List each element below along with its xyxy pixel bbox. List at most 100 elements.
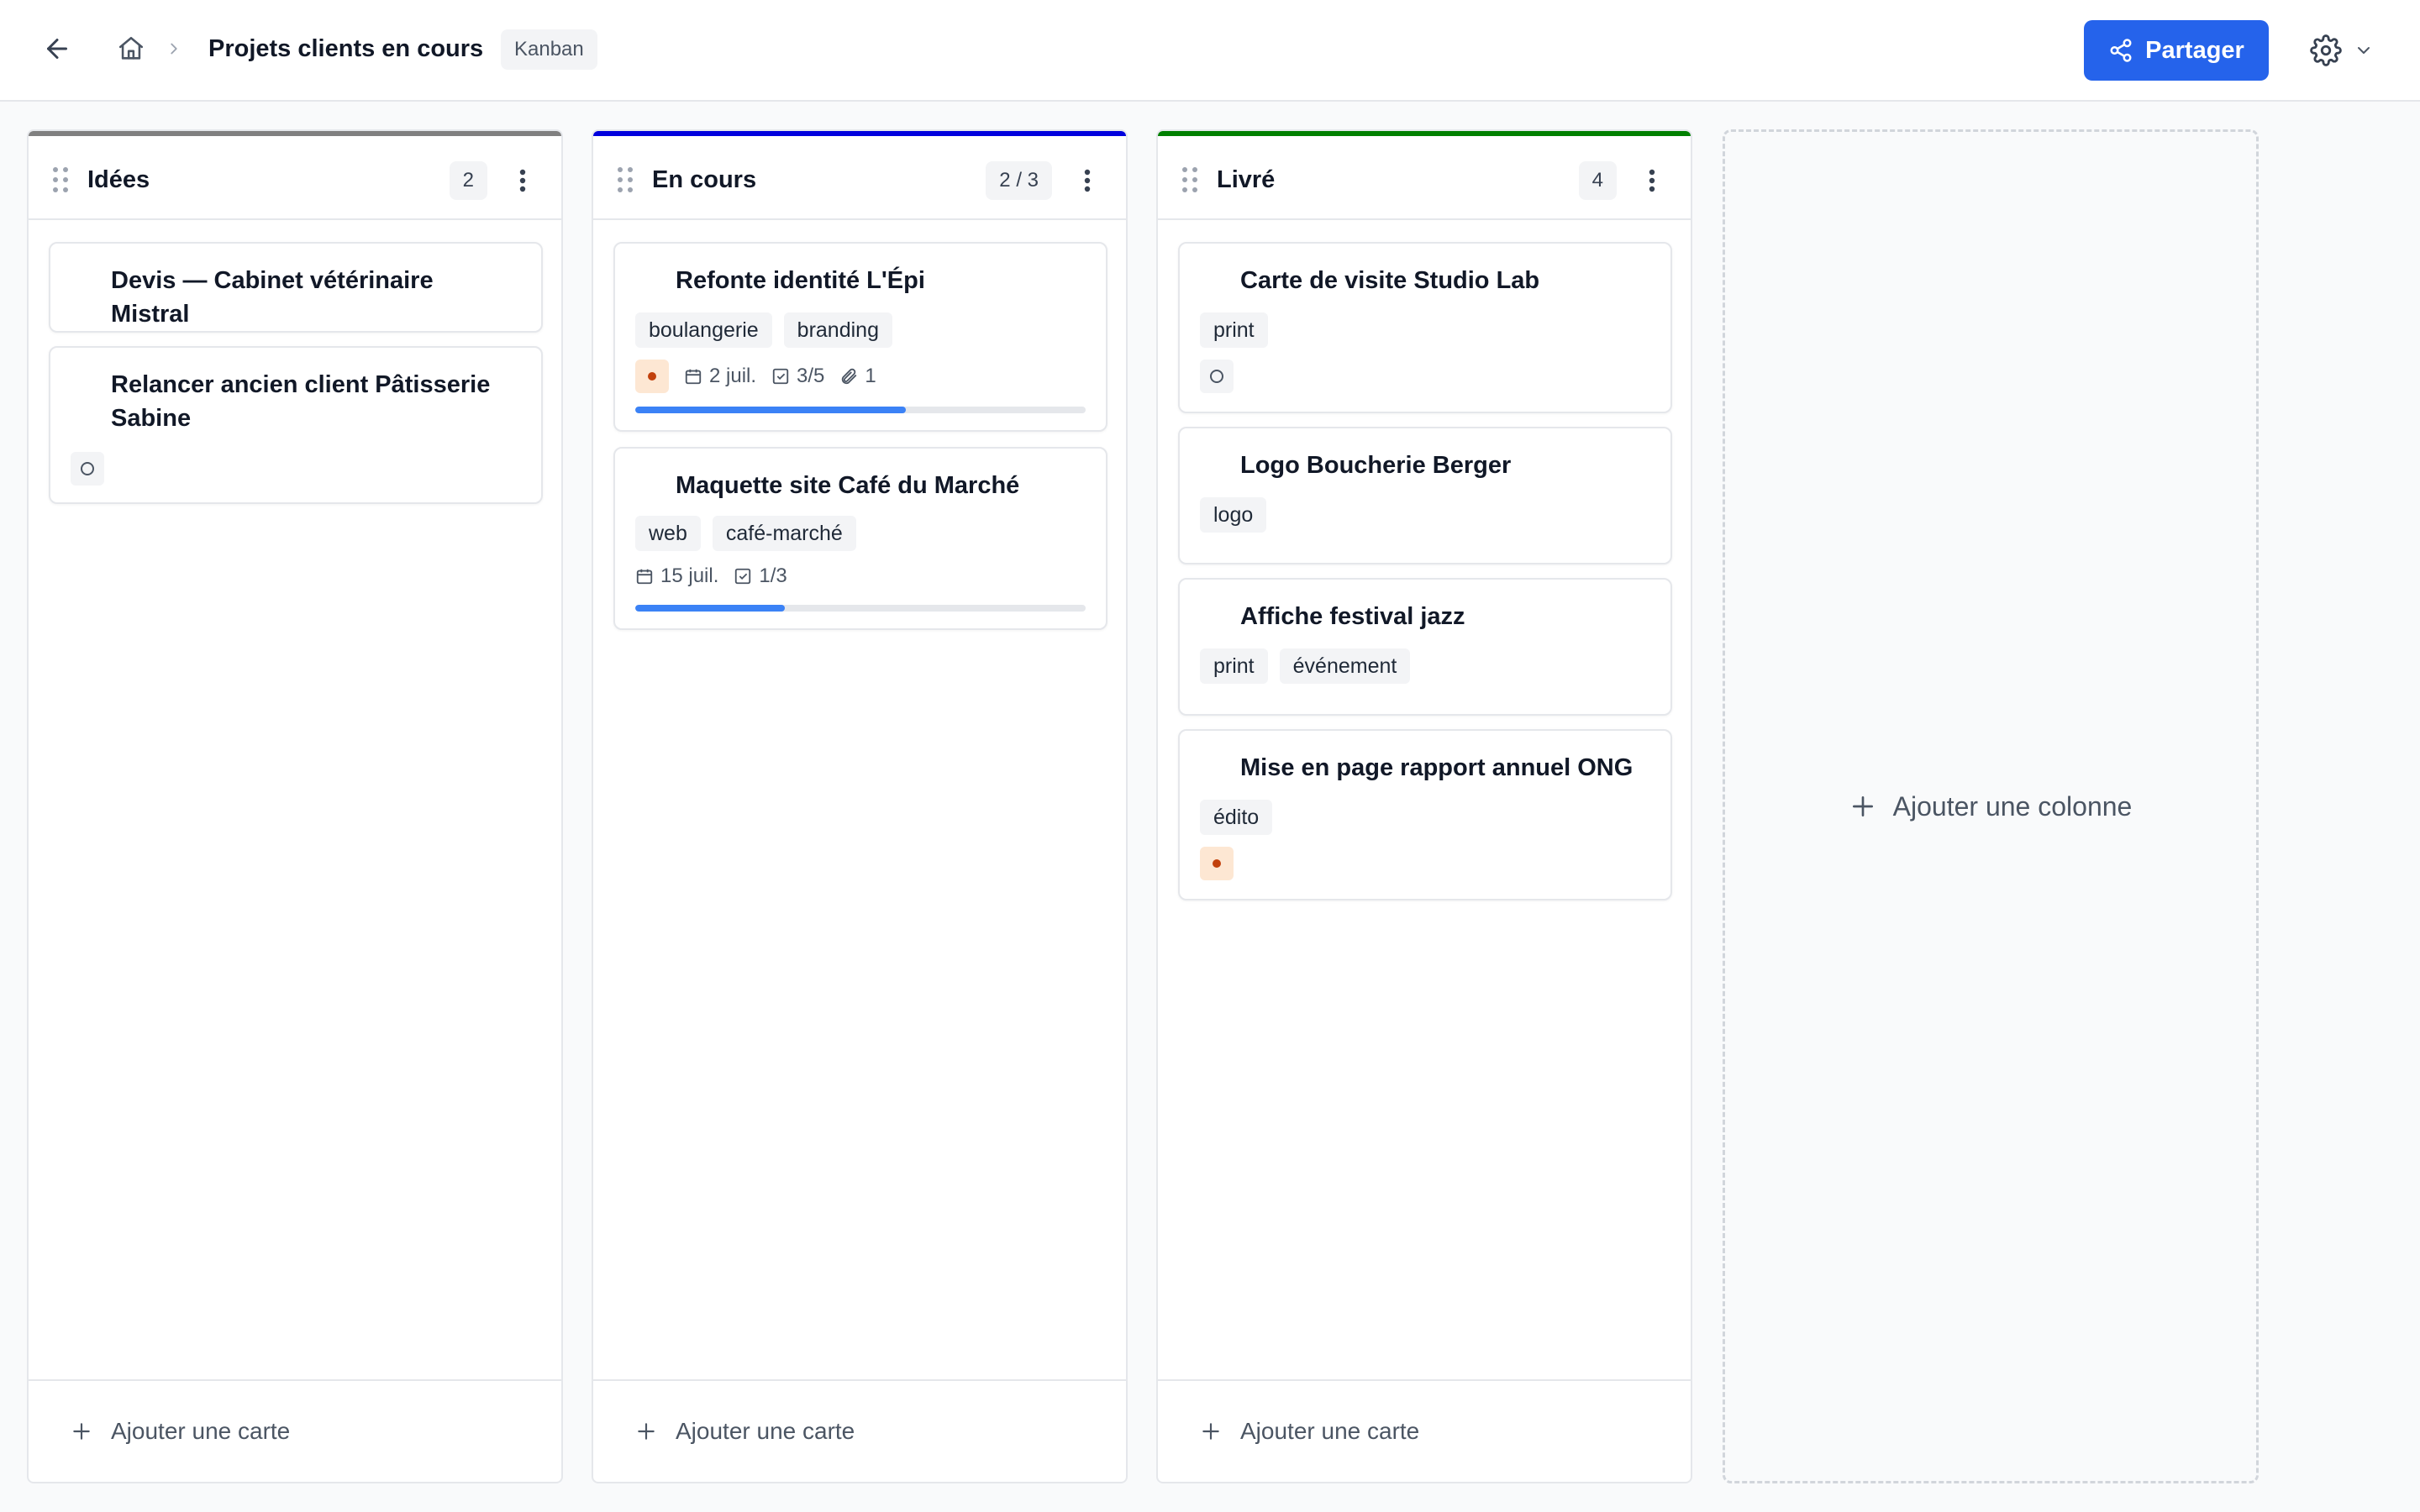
card-title: Mise en page rapport annuel ONG xyxy=(1240,754,1634,781)
add-card-label: Ajouter une carte xyxy=(676,1418,855,1444)
paperclip-icon xyxy=(842,368,857,385)
column-header: En cours 2 / 3 xyxy=(593,136,1126,220)
tag: print xyxy=(1200,648,1268,684)
priority-high-icon xyxy=(1200,847,1234,880)
card-title: Logo Boucherie Berger xyxy=(1240,452,1512,479)
column-card-count: 4 xyxy=(1578,161,1617,200)
card-title: Affiche festival jazz xyxy=(1240,603,1465,630)
card-carte-visite[interactable]: Carte de visite Studio Lab print xyxy=(1178,242,1672,413)
card-tags: print xyxy=(1200,312,1268,348)
view-badge: Kanban xyxy=(501,29,597,70)
card-meta xyxy=(1200,360,1234,393)
priority-none-icon xyxy=(71,452,104,486)
progress-fill xyxy=(635,407,906,413)
calendar-icon xyxy=(685,369,702,385)
add-card-button[interactable]: Ajouter une carte xyxy=(29,1379,561,1482)
column-menu-button[interactable] xyxy=(1635,161,1669,200)
add-column-button[interactable]: Ajouter une colonne xyxy=(1723,129,2259,1483)
checklist-text: 1/3 xyxy=(759,564,787,587)
progress-fill xyxy=(635,605,786,612)
card-meta xyxy=(1200,847,1234,880)
checklist-progress: 1/3 xyxy=(734,564,787,588)
column-title: En cours xyxy=(652,166,757,193)
checklist-progress: 3/5 xyxy=(771,365,824,388)
card-progress-bar xyxy=(635,605,1086,612)
home-icon xyxy=(118,36,144,60)
drag-handle-icon[interactable] xyxy=(50,165,71,195)
column-title: Idées xyxy=(87,166,150,193)
column-menu-button[interactable] xyxy=(1071,161,1104,200)
card-meta xyxy=(71,452,104,486)
drag-handle-icon[interactable] xyxy=(1180,165,1200,195)
column-header: Idées 2 xyxy=(29,136,561,220)
column-ideas: Idées 2 Devis — Cabinet vétérinaire Mist… xyxy=(27,129,563,1483)
tag: logo xyxy=(1200,497,1267,533)
card-title: Maquette site Café du Marché xyxy=(676,472,1020,499)
card-tags: édito xyxy=(1200,800,1273,835)
attachments-count: 1 xyxy=(839,365,876,388)
card-maquette-cafe[interactable]: Maquette site Café du Marché web café-ma… xyxy=(613,447,1107,630)
plus-icon xyxy=(638,1423,655,1440)
column-card-count: 2 xyxy=(449,161,487,200)
due-date-text: 2 juil. xyxy=(709,365,757,387)
checklist-text: 3/5 xyxy=(797,365,825,387)
share-icon xyxy=(2110,39,2132,62)
card-tags: web café-marché xyxy=(635,516,856,551)
priority-none-icon xyxy=(1200,360,1234,393)
tag: événement xyxy=(1279,648,1411,684)
more-vertical-icon xyxy=(1084,169,1091,192)
add-card-button[interactable]: Ajouter une carte xyxy=(1158,1379,1691,1482)
column-menu-button[interactable] xyxy=(506,161,539,200)
column-in-progress: En cours 2 / 3 Refonte identité L'Épi bo… xyxy=(592,129,1128,1483)
back-button[interactable] xyxy=(34,25,81,72)
tag: branding xyxy=(783,312,892,348)
card-tags: logo xyxy=(1200,497,1267,533)
card-devis-mistral[interactable]: Devis — Cabinet vétérinaire Mistral xyxy=(49,242,543,333)
column-header: Livré 4 xyxy=(1158,136,1691,220)
card-progress-bar xyxy=(635,407,1086,413)
settings-menu-button[interactable] xyxy=(2296,25,2388,76)
card-tags: boulangerie branding xyxy=(635,312,892,348)
checkbox-icon xyxy=(735,568,751,585)
plus-icon xyxy=(1202,1423,1219,1440)
add-column-label: Ajouter une colonne xyxy=(1892,790,2133,822)
arrow-left-icon xyxy=(47,39,67,59)
chevron-down-icon xyxy=(2358,47,2370,54)
priority-high-icon xyxy=(635,360,669,393)
add-card-label: Ajouter une carte xyxy=(1240,1418,1420,1444)
tag: café-marché xyxy=(712,516,856,551)
card-meta: 15 juil. 1/3 xyxy=(635,564,787,588)
tag: édito xyxy=(1200,800,1273,835)
card-tags: print événement xyxy=(1200,648,1411,684)
share-button-label: Partager xyxy=(2145,36,2244,64)
tag: print xyxy=(1200,312,1268,348)
tag: boulangerie xyxy=(635,312,772,348)
calendar-icon xyxy=(636,569,653,585)
tag: web xyxy=(635,516,701,551)
card-affiche-jazz[interactable]: Affiche festival jazz print événement xyxy=(1178,578,1672,716)
page-title: Projets clients en cours xyxy=(208,35,484,62)
plus-icon xyxy=(73,1423,90,1440)
column-delivered: Livré 4 Carte de visite Studio Lab print… xyxy=(1156,129,1692,1483)
share-button[interactable]: Partager xyxy=(2084,20,2269,81)
card-rapport-ong[interactable]: Mise en page rapport annuel ONG édito xyxy=(1178,729,1672,900)
add-card-button[interactable]: Ajouter une carte xyxy=(593,1379,1126,1482)
column-title: Livré xyxy=(1217,166,1276,193)
add-card-label: Ajouter une carte xyxy=(111,1418,291,1444)
card-relancer-sabine[interactable]: Relancer ancien client Pâtisserie Sabine xyxy=(49,346,543,504)
attachments-text: 1 xyxy=(865,365,876,387)
card-refonte-epi[interactable]: Refonte identité L'Épi boulangerie brand… xyxy=(613,242,1107,432)
more-vertical-icon xyxy=(1649,169,1655,192)
due-date-text: 15 juil. xyxy=(660,564,719,587)
home-breadcrumb[interactable] xyxy=(109,25,153,72)
card-logo-berger[interactable]: Logo Boucherie Berger logo xyxy=(1178,427,1672,564)
card-title: Devis — Cabinet vétérinaire Mistral xyxy=(111,267,434,328)
breadcrumb-separator xyxy=(161,32,187,66)
column-card-count: 2 / 3 xyxy=(986,161,1052,200)
checkbox-icon xyxy=(772,368,789,385)
gear-icon xyxy=(2310,34,2342,66)
card-meta: 2 juil. 3/5 1 xyxy=(635,360,876,393)
drag-handle-icon[interactable] xyxy=(615,165,635,195)
top-bar: Projets clients en cours Kanban Partager xyxy=(0,0,2420,102)
due-date: 15 juil. xyxy=(635,564,718,588)
